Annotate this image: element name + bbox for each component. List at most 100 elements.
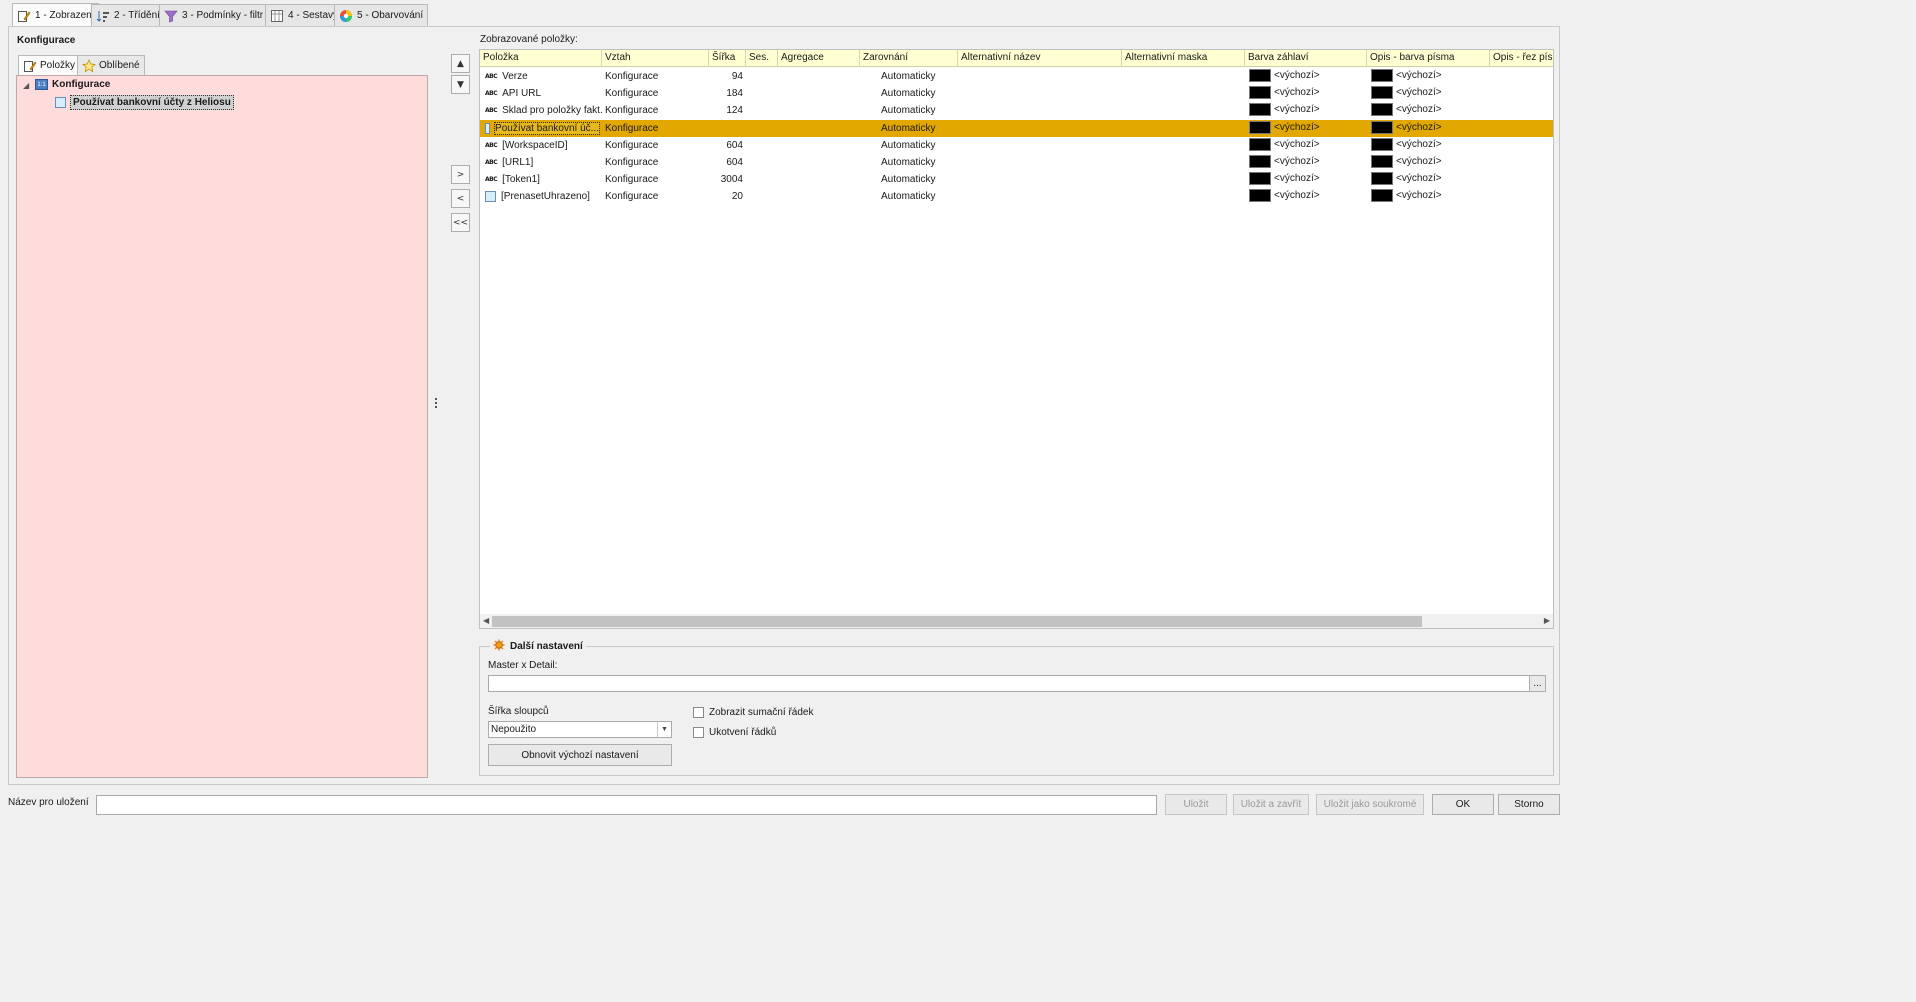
col-header-alt-name[interactable]: Alternativní název — [958, 50, 1122, 67]
item-tree[interactable]: ◢ 1:1 Konfigurace Používat bankovní účty… — [16, 75, 428, 778]
cell-width[interactable]: 20 — [709, 188, 746, 205]
cell-width[interactable]: 3004 — [709, 171, 746, 188]
cell-width[interactable] — [709, 120, 746, 137]
cell-header-color[interactable]: <výchozí> — [1246, 171, 1367, 188]
cell-font-color[interactable]: <výchozí> — [1368, 154, 1490, 171]
cell-font-color[interactable]: <výchozí> — [1368, 188, 1490, 205]
displayed-items-grid[interactable]: Položka Vztah Šířka Ses. Agregace Zarovn… — [479, 49, 1554, 629]
col-header-font-color[interactable]: Opis - barva písma — [1367, 50, 1490, 67]
master-detail-browse-button[interactable]: ... — [1529, 675, 1546, 692]
cell-relation[interactable]: Konfigurace — [602, 188, 709, 205]
cell-font-color[interactable]: <výchozí> — [1368, 102, 1490, 119]
cell-font-color[interactable]: <výchozí> — [1368, 171, 1490, 188]
cell-item[interactable]: ABC Verze — [482, 68, 602, 85]
splitter-grip[interactable] — [435, 398, 438, 412]
scroll-right-icon[interactable]: ▶ — [1544, 616, 1550, 625]
cell-alignment[interactable]: Automaticky — [878, 85, 958, 102]
scroll-left-icon[interactable]: ◀ — [483, 616, 489, 625]
master-detail-input[interactable] — [488, 675, 1530, 692]
table-row[interactable]: ABC Sklad pro položky fakt... Konfigurace 1… — [480, 102, 1553, 119]
table-row[interactable]: Používat bankovní úč... Konfigurace Automa… — [480, 119, 1553, 137]
cell-item[interactable]: ABC [WorkspaceID] — [482, 137, 602, 154]
col-header-alignment[interactable]: Zarovnání — [860, 50, 958, 67]
cell-item[interactable]: ABC [URL1] — [482, 154, 602, 171]
dropdown-chevron-icon[interactable]: ▼ — [657, 722, 671, 737]
tab-display[interactable]: 1 - Zobrazení — [12, 3, 100, 27]
cell-relation[interactable]: Konfigurace — [602, 68, 709, 85]
horizontal-scrollbar[interactable]: ◀ ▶ — [480, 614, 1553, 628]
table-row[interactable]: ABC [WorkspaceID] Konfigurace 604 Automatick… — [480, 137, 1553, 154]
collapse-icon[interactable]: ◢ — [23, 81, 31, 90]
cell-alignment[interactable]: Automaticky — [878, 171, 958, 188]
cell-item[interactable]: Používat bankovní úč... — [482, 120, 602, 137]
cell-header-color[interactable]: <výchozí> — [1246, 68, 1367, 85]
add-item-button[interactable]: > — [451, 165, 470, 184]
cell-header-color[interactable]: <výchozí> — [1246, 85, 1367, 102]
tree-node-child[interactable]: Používat bankovní účty z Heliosu — [55, 95, 234, 110]
col-header-sort[interactable]: Ses. — [746, 50, 778, 67]
table-row[interactable]: ABC API URL Konfigurace 184 Automaticky <vých… — [480, 85, 1553, 102]
col-header-relation[interactable]: Vztah — [602, 50, 709, 67]
subtab-favorites[interactable]: Oblíbené — [77, 55, 145, 75]
cell-font-color[interactable]: <výchozí> — [1368, 68, 1490, 85]
table-row[interactable]: [PrenasetUhrazeno] Konfigurace 20 Automatic… — [480, 188, 1553, 205]
cell-alignment[interactable]: Automaticky — [878, 68, 958, 85]
cell-width[interactable]: 124 — [709, 102, 746, 119]
table-row[interactable]: ABC [URL1] Konfigurace 604 Automaticky <výcho… — [480, 154, 1553, 171]
cell-header-color[interactable]: <výchozí> — [1246, 102, 1367, 119]
col-header-width[interactable]: Šířka — [709, 50, 746, 67]
subtab-items[interactable]: Položky — [18, 55, 81, 75]
cell-item[interactable]: ABC API URL — [482, 85, 602, 102]
col-header-font-style[interactable]: Opis - řez písm — [1490, 50, 1553, 67]
tree-node-root[interactable]: ◢ 1:1 Konfigurace — [23, 79, 110, 90]
remove-item-button[interactable]: < — [451, 189, 470, 208]
cell-font-color[interactable]: <výchozí> — [1368, 137, 1490, 154]
remove-all-button[interactable]: << — [451, 213, 470, 232]
cell-item[interactable]: ABC Sklad pro položky fakt... — [482, 102, 602, 119]
cell-item[interactable]: ABC [Token1] — [482, 171, 602, 188]
cell-font-color[interactable]: <výchozí> — [1368, 120, 1490, 137]
save-and-close-button[interactable]: Uložit a zavřít — [1233, 794, 1309, 815]
cell-width[interactable]: 184 — [709, 85, 746, 102]
tab-reports[interactable]: 4 - Sestavy — [265, 4, 344, 26]
col-header-aggregation[interactable]: Agregace — [778, 50, 860, 67]
cell-alignment[interactable]: Automaticky — [878, 120, 958, 137]
scrollbar-thumb[interactable] — [492, 616, 1422, 627]
cancel-button[interactable]: Storno — [1498, 794, 1560, 815]
cell-header-color[interactable]: <výchozí> — [1246, 154, 1367, 171]
anchor-rows-option[interactable]: Ukotvení řádků — [693, 727, 776, 738]
cell-relation[interactable]: Konfigurace — [602, 120, 709, 137]
cell-alignment[interactable]: Automaticky — [878, 102, 958, 119]
column-width-select[interactable]: Nepoužito ▼ — [488, 721, 672, 738]
col-header-header-color[interactable]: Barva záhlaví — [1245, 50, 1367, 67]
anchor-rows-checkbox[interactable] — [693, 727, 704, 738]
move-down-button[interactable]: ▼ — [451, 75, 470, 94]
reset-defaults-button[interactable]: Obnovit výchozí nastavení — [488, 744, 672, 766]
table-row[interactable]: ABC Verze Konfigurace 94 Automaticky <výchozí… — [480, 68, 1553, 85]
cell-alignment[interactable]: Automaticky — [878, 188, 958, 205]
save-as-private-button[interactable]: Uložit jako soukromé — [1316, 794, 1424, 815]
cell-header-color[interactable]: <výchozí> — [1246, 120, 1367, 137]
show-sum-row-option[interactable]: Zobrazit sumační řádek — [693, 707, 814, 718]
cell-relation[interactable]: Konfigurace — [602, 154, 709, 171]
move-up-button[interactable]: ▲ — [451, 54, 470, 73]
cell-width[interactable]: 604 — [709, 154, 746, 171]
table-row[interactable]: ABC [Token1] Konfigurace 3004 Automaticky <vý… — [480, 171, 1553, 188]
cell-width[interactable]: 94 — [709, 68, 746, 85]
col-header-alt-mask[interactable]: Alternativní maska — [1122, 50, 1245, 67]
tab-coloring[interactable]: 5 - Obarvování — [334, 4, 429, 26]
cell-relation[interactable]: Konfigurace — [602, 171, 709, 188]
ok-button[interactable]: OK — [1432, 794, 1494, 815]
cell-width[interactable]: 604 — [709, 137, 746, 154]
cell-header-color[interactable]: <výchozí> — [1246, 188, 1367, 205]
cell-relation[interactable]: Konfigurace — [602, 85, 709, 102]
cell-alignment[interactable]: Automaticky — [878, 154, 958, 171]
cell-relation[interactable]: Konfigurace — [602, 137, 709, 154]
save-name-input[interactable] — [96, 795, 1157, 815]
save-button[interactable]: Uložit — [1165, 794, 1227, 815]
tab-sorting[interactable]: 2 - Třídění — [91, 4, 165, 26]
tab-filter[interactable]: 3 - Podmínky - filtr — [159, 4, 269, 26]
show-sum-row-checkbox[interactable] — [693, 707, 704, 718]
cell-item[interactable]: [PrenasetUhrazeno] — [482, 188, 602, 205]
cell-relation[interactable]: Konfigurace — [602, 102, 709, 119]
